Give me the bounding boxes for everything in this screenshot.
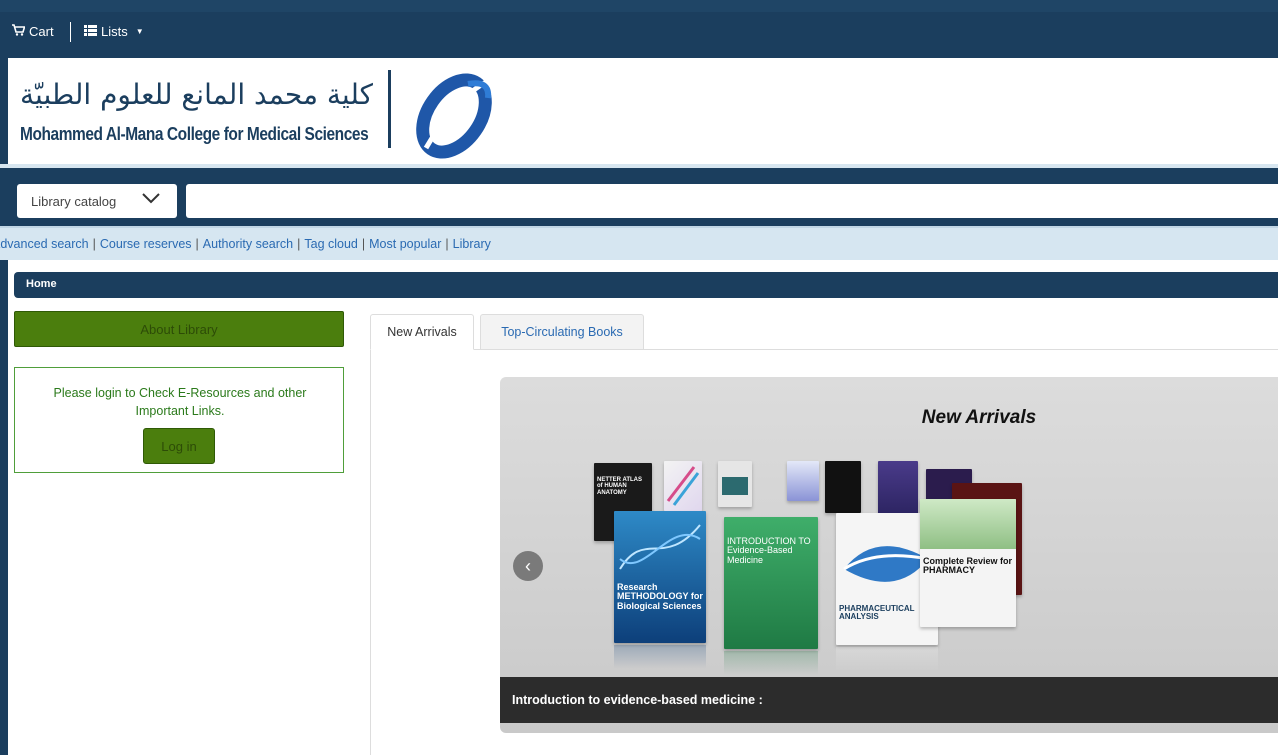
- login-panel: Please login to Check E-Resources and ot…: [14, 367, 344, 473]
- college-name-english: Mohammed Al-Mana College for Medical Sci…: [20, 124, 369, 144]
- search-input[interactable]: [186, 184, 1278, 218]
- link-authority-search[interactable]: Authority search: [203, 237, 293, 251]
- book-cover[interactable]: [718, 461, 752, 507]
- link-separator: |: [195, 237, 199, 251]
- top-navbar-inner: [0, 12, 1278, 58]
- book-title: Complete Review for PHARMACY: [923, 556, 1013, 576]
- search-bar: Library catalog: [0, 164, 1278, 226]
- book-title: Research METHODOLOGY for Biological Scie…: [617, 582, 703, 611]
- link-separator: |: [297, 237, 301, 251]
- carousel-prev-button[interactable]: ‹: [513, 551, 543, 581]
- cart-link[interactable]: Cart: [12, 12, 54, 52]
- page-left-border: [0, 260, 8, 755]
- cart-icon: [12, 12, 26, 52]
- link-separator: |: [445, 237, 449, 251]
- college-logo[interactable]: [408, 70, 498, 165]
- book-reflection: [614, 645, 706, 669]
- book-title: NETTER ATLAS of HUMAN ANATOMY: [597, 477, 642, 496]
- book-reflection: [724, 651, 818, 675]
- link-advanced-search[interactable]: Advanced search: [0, 237, 89, 251]
- cover-art: [722, 477, 748, 495]
- carousel-title: New Arrivals: [921, 407, 1037, 428]
- new-arrivals-carousel: New Arrivals NETTER ATLAS of HUMAN ANATO…: [500, 377, 1278, 733]
- link-separator: |: [92, 237, 96, 251]
- chevron-down-icon: [141, 191, 161, 208]
- breadcrumb: Home: [14, 272, 1278, 298]
- search-scope-select[interactable]: Library catalog: [17, 184, 177, 218]
- breadcrumb-home[interactable]: Home: [26, 278, 57, 290]
- link-separator: |: [361, 237, 366, 251]
- book-reflection: [836, 647, 938, 671]
- quick-links: Advanced search | Course reserves | Auth…: [0, 237, 491, 251]
- site-header: كلية محمد المانع للعلوم الطبيّة Mohammed…: [0, 58, 1278, 164]
- link-most-popular[interactable]: Most popular: [369, 237, 441, 251]
- book-cover[interactable]: Complete Review for PHARMACY: [920, 499, 1016, 627]
- list-icon: [84, 12, 97, 52]
- link-tag-cloud[interactable]: Tag cloud: [304, 237, 358, 251]
- quick-links-bar: Advanced search | Course reserves | Auth…: [0, 226, 1278, 260]
- book-cover[interactable]: [664, 461, 702, 511]
- link-course-reserves[interactable]: Course reserves: [100, 237, 192, 251]
- content-tabs: New Arrivals Top-Circulating Books: [370, 314, 1278, 350]
- chevron-left-icon: ‹: [525, 555, 531, 576]
- book-cover[interactable]: INTRODUCTION TO Evidence-Based Medicine: [724, 517, 818, 649]
- search-scope-value: Library catalog: [31, 193, 117, 209]
- top-navbar: Cart Lists ▼: [0, 0, 1278, 58]
- carousel-caption: Introduction to evidence-based medicine …: [500, 677, 1278, 723]
- carousel-caption-text[interactable]: Introduction to evidence-based medicine …: [512, 693, 763, 707]
- tab-new-arrivals[interactable]: New Arrivals: [370, 314, 474, 350]
- about-library-button[interactable]: About Library: [14, 311, 344, 347]
- dna-art: [619, 524, 701, 570]
- cart-label: Cart: [29, 24, 54, 39]
- cover-art: [666, 466, 700, 506]
- book-cover[interactable]: [787, 461, 819, 501]
- nav-divider: [70, 22, 71, 42]
- cover-art: [920, 499, 1016, 549]
- login-button[interactable]: Log in: [143, 428, 215, 464]
- college-name-arabic: كلية محمد المانع للعلوم الطبيّة: [20, 78, 373, 111]
- link-library[interactable]: Library: [453, 237, 491, 251]
- lists-label: Lists: [101, 24, 128, 39]
- logo-divider: [388, 70, 391, 148]
- tab-top-circulating[interactable]: Top-Circulating Books: [480, 314, 644, 350]
- caret-down-icon: ▼: [135, 27, 144, 36]
- login-message: Please login to Check E-Resources and ot…: [53, 386, 307, 418]
- lists-menu[interactable]: Lists ▼: [84, 12, 144, 52]
- book-title: INTRODUCTION TO Evidence-Based Medicine: [727, 536, 811, 565]
- book-cover[interactable]: [825, 461, 861, 513]
- book-cover[interactable]: [878, 461, 918, 517]
- book-cover[interactable]: Research METHODOLOGY for Biological Scie…: [614, 511, 706, 643]
